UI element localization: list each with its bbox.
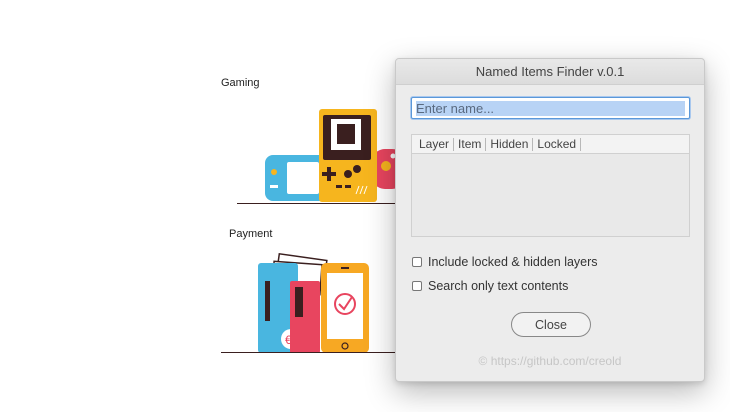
gaming-illustration xyxy=(265,109,406,202)
search-text-only-option[interactable]: Search only text contents xyxy=(412,279,568,293)
search-text-only-checkbox[interactable] xyxy=(412,281,422,291)
include-locked-hidden-checkbox[interactable] xyxy=(412,257,422,267)
gaming-baseline xyxy=(237,203,397,204)
search-text-only-label: Search only text contents xyxy=(428,279,569,293)
results-table[interactable]: Layer Item Hidden Locked xyxy=(411,134,690,237)
column-header-hidden[interactable]: Hidden xyxy=(486,137,534,151)
payment-illustration: € xyxy=(258,252,369,353)
payment-baseline xyxy=(221,352,401,353)
artboard-label-gaming: Gaming xyxy=(221,77,260,89)
include-locked-hidden-label: Include locked & hidden layers xyxy=(428,255,598,269)
results-header: Layer Item Hidden Locked xyxy=(412,135,689,154)
dialog-title[interactable]: Named Items Finder v.0.1 xyxy=(396,59,704,85)
named-items-finder-dialog: Named Items Finder v.0.1 Layer Item Hidd… xyxy=(395,58,705,382)
column-header-locked[interactable]: Locked xyxy=(533,137,582,151)
close-button[interactable]: Close xyxy=(511,312,591,337)
search-input[interactable] xyxy=(411,97,690,119)
artboard-label-payment: Payment xyxy=(229,228,273,240)
column-header-item[interactable]: Item xyxy=(454,137,487,151)
include-locked-hidden-option[interactable]: Include locked & hidden layers xyxy=(412,255,598,269)
github-link[interactable]: © https://github.com/creold xyxy=(396,354,704,368)
column-header-layer[interactable]: Layer xyxy=(415,137,455,151)
